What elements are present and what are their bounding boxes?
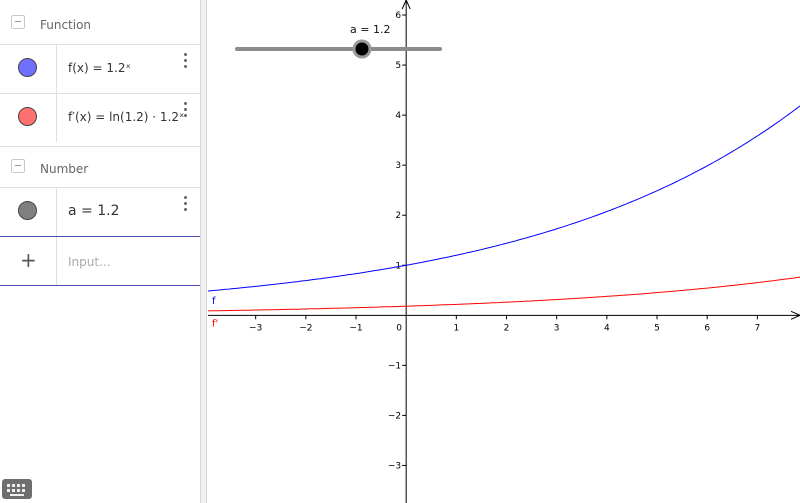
y-tick-label: −1 — [388, 361, 401, 371]
slider-label: a = 1.2 — [350, 23, 391, 36]
graphics-view[interactable]: −3 −2 −1 0 1 2 3 4 5 6 7−3−2−1123456 ff' — [208, 0, 800, 503]
expression-f[interactable]: f(x) = 1.2ˣ — [68, 61, 131, 75]
divider — [56, 237, 57, 285]
curve-label-f: f — [212, 296, 216, 307]
x-tick-label: 2 — [504, 323, 510, 333]
curve-f — [208, 105, 800, 292]
y-tick-label: −3 — [388, 461, 401, 471]
y-tick-label: 2 — [395, 211, 401, 221]
y-tick-label: 6 — [395, 11, 401, 21]
x-tick-label: 5 — [654, 323, 660, 333]
slider-a[interactable] — [235, 39, 442, 59]
group-header-function[interactable]: Function — [0, 3, 200, 43]
keyboard-icon[interactable] — [2, 479, 32, 499]
function-curves: f f' — [208, 105, 800, 329]
x-tick-label: 7 — [754, 323, 760, 333]
marble-cell — [0, 188, 57, 236]
marble-cell — [0, 94, 57, 142]
marble-cell — [0, 45, 57, 93]
algebra-item-a[interactable]: a = 1.2 — [0, 187, 200, 236]
x-tick-label: 0 — [396, 323, 402, 333]
y-tick-label: −2 — [388, 411, 401, 421]
input-bar[interactable]: + Input... — [0, 236, 200, 286]
visibility-marble-icon[interactable] — [18, 201, 37, 220]
plus-icon[interactable]: + — [20, 250, 37, 270]
y-tick-label: 4 — [395, 111, 401, 121]
curve-label-fprime: f' — [212, 318, 218, 329]
more-options-icon[interactable] — [180, 102, 190, 120]
visibility-marble-icon[interactable] — [18, 58, 37, 77]
expression-a[interactable]: a = 1.2 — [68, 203, 119, 219]
y-tick-label: 5 — [395, 61, 401, 71]
algebra-view: Function f(x) = 1.2ˣ f′(x) = ln(1.2) · 1… — [0, 0, 200, 503]
axes: −3 −2 −1 0 1 2 3 4 5 6 7−3−2−1123456 — [208, 0, 800, 503]
collapse-icon[interactable] — [11, 159, 25, 173]
more-options-icon[interactable] — [180, 53, 190, 71]
x-tick-label: −2 — [299, 323, 312, 333]
collapse-icon[interactable] — [11, 15, 25, 29]
slider-knob[interactable] — [352, 39, 372, 59]
x-tick-label: 6 — [704, 323, 710, 333]
view-splitter[interactable] — [200, 0, 207, 503]
expression-fprime[interactable]: f′(x) = ln(1.2) · 1.2ˣ — [68, 110, 184, 124]
x-tick-label: 3 — [554, 323, 560, 333]
group-header-number[interactable]: Number — [0, 146, 200, 187]
algebra-item-f[interactable]: f(x) = 1.2ˣ — [0, 44, 200, 93]
x-tick-label: −1 — [349, 323, 362, 333]
x-tick-label: 1 — [453, 323, 459, 333]
group-label: Function — [40, 18, 92, 32]
visibility-marble-icon[interactable] — [18, 107, 37, 126]
x-tick-label: −3 — [249, 323, 262, 333]
more-options-icon[interactable] — [180, 196, 190, 214]
algebra-item-fprime[interactable]: f′(x) = ln(1.2) · 1.2ˣ — [0, 93, 200, 142]
y-tick-label: 3 — [395, 161, 401, 171]
input-field[interactable]: Input... — [68, 255, 111, 269]
group-label: Number — [40, 162, 89, 176]
x-tick-label: 4 — [604, 323, 610, 333]
